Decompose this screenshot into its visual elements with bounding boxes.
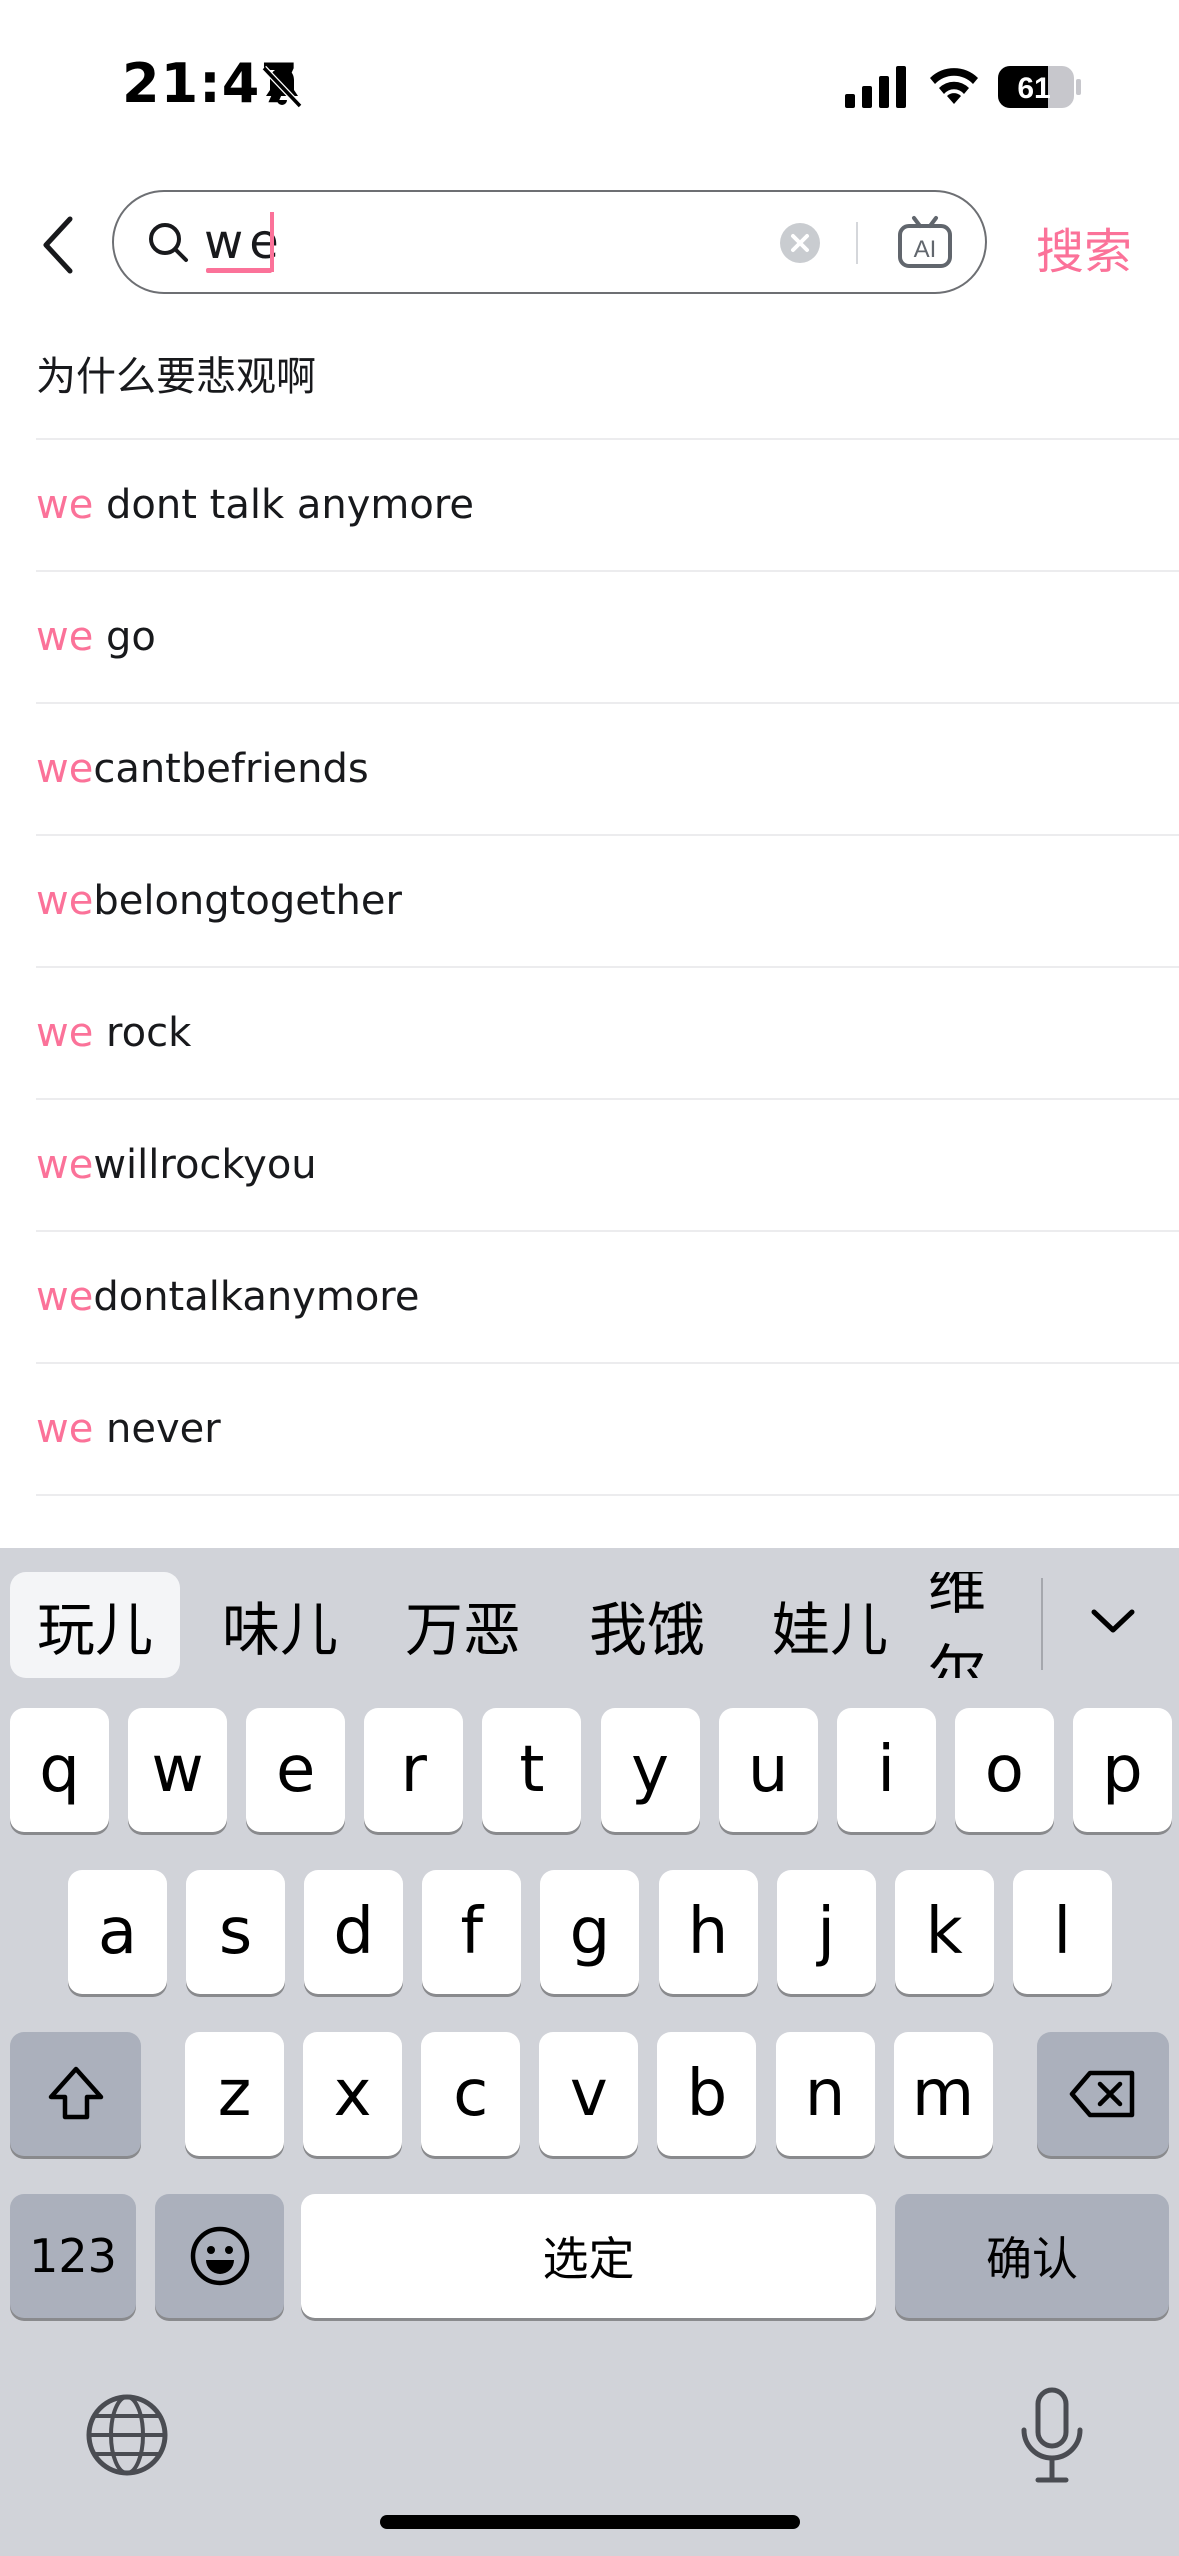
emoji-key[interactable] [155,2194,284,2318]
suggestion-highlight: we [36,1010,94,1056]
key-t[interactable]: t [482,1708,582,1832]
suggestion-highlight: we [36,1406,94,1452]
suggestion-item[interactable]: we never [36,1364,1179,1496]
battery-icon: 61 [998,66,1081,108]
suggestion-text: dont talk anymore [93,482,474,528]
text-caret [270,212,274,272]
key-b[interactable]: b [657,2032,757,2156]
key-f[interactable]: f [422,1870,522,1994]
status-bar: 21:47 61 [0,0,1179,170]
key-c[interactable]: c [421,2032,521,2156]
key-s[interactable]: s [186,1870,286,1994]
keyboard: 玩儿 味儿 万恶 我饿 娃儿 维尔 qwertyuiop asdfghjkl zxcvbnm 1… [0,1548,1179,2556]
search-divider [856,222,858,264]
candidate-item[interactable]: 万恶 [378,1572,548,1678]
suggestion-item[interactable]: we go [36,572,1179,704]
wifi-icon [930,68,978,104]
microphone-icon[interactable] [1010,2386,1094,2486]
suggestion-highlight: we [36,746,94,792]
candidate-bar: 玩儿 味儿 万恶 我饿 娃儿 维尔 [0,1548,1179,1698]
confirm-key[interactable]: 确认 [895,2194,1169,2318]
suggestion-text: rock [93,1010,192,1056]
key-r[interactable]: r [364,1708,464,1832]
candidate-item[interactable]: 玩儿 [10,1572,180,1678]
key-w[interactable]: w [128,1708,228,1832]
key-m[interactable]: m [893,2032,993,2156]
key-a[interactable]: a [68,1870,167,1994]
key-d[interactable]: d [304,1870,404,1994]
suggestion-text: never [93,1406,221,1452]
backspace-icon [1069,2070,1135,2118]
chevron-down-icon[interactable] [1082,1590,1144,1652]
suggestion-item[interactable]: we dontalkanymore [36,1232,1179,1364]
suggestion-item[interactable]: 为什么要悲观啊 [36,308,1179,440]
key-p[interactable]: p [1072,1708,1172,1832]
suggestion-highlight: we [36,482,94,528]
key-x[interactable]: x [303,2032,403,2156]
screen: 21:47 61 we AI 搜索 为什么要悲观啊 we dont talk a… [0,0,1179,2556]
key-n[interactable]: n [775,2032,875,2156]
suggestion-list: 为什么要悲观啊 we dont talk anymore we go we cantbe… [36,308,1179,1496]
suggestion-item[interactable]: we rock [36,968,1179,1100]
suggestion-text: belongtogether [93,878,402,924]
cellular-signal-icon [845,66,906,108]
emoji-icon [190,2226,249,2286]
home-indicator[interactable] [380,2515,800,2529]
suggestion-highlight: we [36,1142,94,1188]
key-h[interactable]: h [658,1870,758,1994]
bell-muted-icon [261,65,303,109]
candidate-item[interactable]: 我饿 [562,1572,732,1678]
clear-icon[interactable] [779,222,821,264]
suggestion-item[interactable]: we dont talk anymore [36,440,1179,572]
search-submit-button[interactable]: 搜索 [1036,212,1132,282]
space-key[interactable]: 选定 [301,2194,876,2318]
suggestion-highlight: we [36,1274,94,1320]
shift-icon [48,2066,103,2120]
suggestion-highlight: we [36,878,94,924]
suggestion-text: 为什么要悲观啊 [36,354,316,400]
ai-label: AI [914,236,937,263]
candidate-item[interactable]: 维尔 [928,1572,1038,1678]
shift-key[interactable] [10,2032,141,2156]
globe-icon[interactable] [82,2390,172,2480]
suggestion-text: go [93,614,156,660]
search-icon [149,223,188,262]
suggestion-text: willrockyou [93,1142,317,1188]
candidate-divider [1041,1578,1043,1670]
key-g[interactable]: g [540,1870,640,1994]
composition-underline [206,268,272,273]
suggestion-highlight: we [36,614,94,660]
key-l[interactable]: l [1012,1870,1112,1994]
candidate-item[interactable]: 娃儿 [745,1572,915,1678]
ai-tv-icon[interactable]: AI [896,214,954,272]
key-z[interactable]: z [185,2032,284,2156]
suggestion-text: dontalkanymore [93,1274,420,1320]
numbers-key[interactable]: 123 [10,2194,136,2318]
search-input[interactable]: we AI [112,190,987,294]
key-v[interactable]: v [539,2032,639,2156]
suggestion-item[interactable]: we belongtogether [36,836,1179,968]
key-j[interactable]: j [776,1870,876,1994]
candidate-item[interactable]: 味儿 [195,1572,365,1678]
key-u[interactable]: u [718,1708,818,1832]
backspace-key[interactable] [1037,2032,1169,2156]
suggestion-item[interactable]: we cantbefriends [36,704,1179,836]
suggestion-item[interactable]: we willrockyou [36,1100,1179,1232]
back-chevron-icon[interactable] [30,205,90,285]
key-k[interactable]: k [894,1870,994,1994]
suggestion-text: cantbefriends [93,746,369,792]
key-o[interactable]: o [954,1708,1054,1832]
battery-level: 61 [1017,72,1050,105]
key-q[interactable]: q [10,1708,109,1832]
key-e[interactable]: e [246,1708,346,1832]
key-y[interactable]: y [600,1708,700,1832]
key-i[interactable]: i [836,1708,936,1832]
